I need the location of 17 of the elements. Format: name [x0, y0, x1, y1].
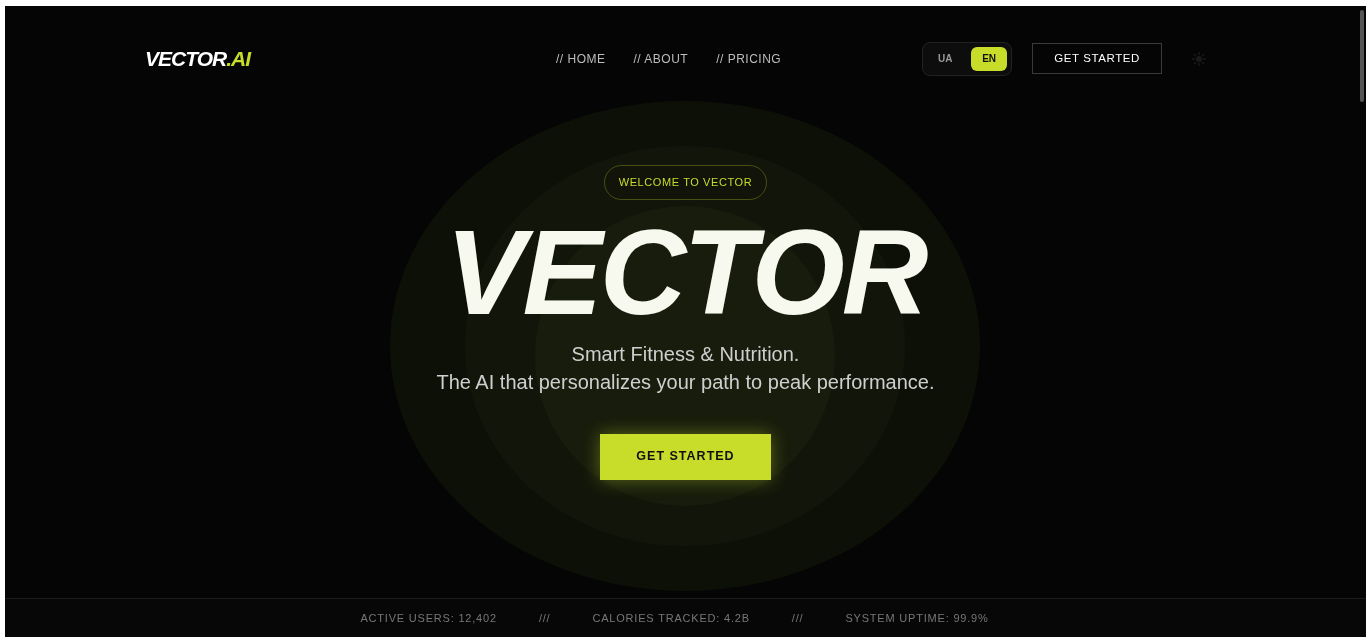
welcome-badge: WELCOME TO VECTOR [603, 165, 768, 200]
stat-text: /// [538, 610, 551, 626]
hero-get-started-button[interactable]: GET STARTED [600, 433, 771, 480]
logo[interactable]: VECTOR.AI [145, 42, 250, 75]
stat-text: ACTIVE USERS: 12,402 [360, 610, 497, 626]
stat-text: CALORIES TRACKED: 4.2B [592, 610, 750, 626]
stat-text: /// [791, 610, 804, 626]
hero-tagline: The AI that personalizes your path to peak performance. [436, 369, 935, 395]
language-tab[interactable]: EN [971, 46, 1008, 71]
get-started-button[interactable]: GET STARTED [1032, 43, 1162, 74]
language-tab[interactable]: UA [927, 46, 964, 71]
nav-link[interactable]: // PRICING [716, 49, 782, 68]
nav-link[interactable]: // ABOUT [633, 49, 689, 68]
stat-text: SYSTEM UPTIME: 99.9% [845, 610, 989, 626]
hero-title: VECTOR [444, 221, 927, 322]
hero-subtitle: Smart Fitness & Nutrition. [571, 341, 800, 367]
nav-link[interactable]: // HOME [556, 49, 606, 68]
